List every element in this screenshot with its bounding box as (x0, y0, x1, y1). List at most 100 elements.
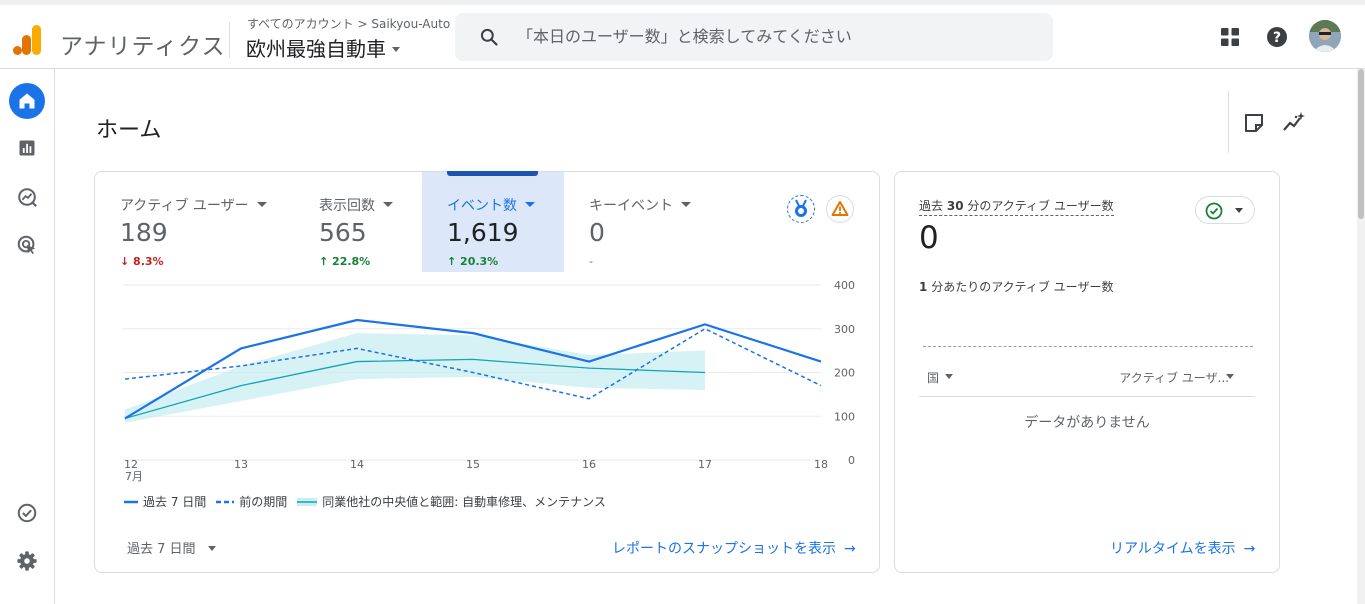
legend-item-benchmark[interactable]: 同業他社の中央値と範囲: 自動車修理、メンテナンス (297, 493, 606, 510)
nav-advertising[interactable] (9, 227, 45, 263)
svg-text:?: ? (1273, 30, 1281, 46)
y-tick-label: 200 (834, 367, 855, 380)
award-icon (795, 199, 807, 217)
realtime-subtitle: 1 分あたりのアクティブ ユーザー数 (919, 280, 1114, 294)
realtime-sparkline-baseline (923, 346, 1253, 347)
benchmark-range-band (125, 333, 705, 423)
x-tick-label: 17 (698, 458, 712, 471)
realtime-table-header: 国 アクティブ ユーザ... (919, 362, 1255, 397)
column-header-active-users[interactable]: アクティブ ユーザ... (1119, 369, 1229, 386)
chevron-down-icon (392, 47, 400, 52)
search-box[interactable] (455, 13, 1053, 61)
chevron-down-icon[interactable] (1226, 374, 1234, 379)
realtime-title[interactable]: 過去 30 分のアクティブ ユーザー数 (919, 197, 1114, 216)
header-divider (229, 22, 230, 58)
nav-home[interactable] (9, 83, 45, 119)
metric-value: 1,619 (447, 218, 519, 247)
column-header-country[interactable]: 国 (927, 369, 939, 386)
header-actions-divider (1228, 91, 1229, 153)
arrow-right-icon: → (1243, 541, 1256, 557)
x-tick-label: 18 (814, 458, 828, 471)
legend-item-previous[interactable]: 前の期間 (216, 493, 287, 510)
x-tick-sublabel: 7月 (125, 470, 143, 483)
metric-value: 189 (120, 218, 168, 247)
admin-gear-icon (17, 551, 37, 571)
legend-label: 過去 7 日間 (143, 495, 207, 509)
alert-badge[interactable] (826, 195, 854, 223)
x-tick-label: 14 (350, 458, 364, 471)
y-tick-label: 300 (834, 323, 855, 336)
legend-label: 前の期間 (239, 495, 288, 509)
notes-icon[interactable] (1242, 111, 1266, 135)
property-selector[interactable]: 欧州最強自動車 (246, 33, 400, 62)
metric-label: イベント数 (447, 195, 535, 215)
check-circle-icon (1205, 202, 1223, 220)
reports-icon (19, 140, 35, 156)
search-input[interactable] (517, 19, 1037, 53)
home-icon (19, 93, 35, 109)
apps-grid-icon[interactable] (1218, 25, 1242, 49)
metric-label: キーイベント (589, 195, 691, 215)
account-avatar[interactable] (1309, 20, 1341, 52)
realtime-value: 0 (919, 220, 939, 256)
y-tick-label: 400 (834, 279, 855, 292)
metric-tab-event-count[interactable]: イベント数 1,619 ↑ 20.3% (422, 171, 564, 272)
metric-tab-active-users[interactable]: アクティブ ユーザー 189 ↓ 8.3% (95, 172, 295, 272)
realtime-status-dropdown[interactable] (1195, 196, 1255, 224)
view-snapshot-link[interactable]: レポートのスナップショットを表示 → (612, 538, 856, 558)
nav-configure[interactable] (9, 495, 45, 531)
warning-icon (831, 201, 849, 216)
explore-icon (18, 188, 37, 207)
chevron-down-icon (256, 202, 267, 207)
left-nav (0, 69, 55, 604)
x-tick-label: 15 (466, 458, 480, 471)
insights-icon[interactable] (1282, 111, 1306, 135)
help-icon[interactable]: ? (1265, 25, 1289, 49)
x-tick-label: 13 (234, 458, 248, 471)
benchmark-badge[interactable] (787, 195, 815, 223)
advertising-icon (17, 235, 36, 255)
nav-explore[interactable] (9, 179, 45, 215)
legend-label: 同業他社の中央値と範囲: 自動車修理、メンテナンス (322, 495, 606, 509)
app-name: アナリティクス (60, 34, 226, 60)
metric-value: 0 (589, 218, 605, 247)
metric-label: 表示回数 (319, 195, 393, 215)
chevron-down-icon (525, 202, 535, 207)
breadcrumb[interactable]: すべてのアカウント > Saikyou-Auto (247, 15, 450, 32)
nav-admin[interactable] (9, 543, 45, 579)
top-bar: アナリティクス すべてのアカウント > Saikyou-Auto 欧州最強自動車… (0, 0, 1365, 69)
x-tick-label: 16 (582, 458, 596, 471)
legend-swatch-dashed (216, 500, 235, 503)
metric-value: 565 (319, 218, 367, 247)
active-tab-indicator (447, 171, 538, 176)
metric-tab-views[interactable]: 表示回数 565 ↑ 22.8% (294, 172, 422, 272)
scrollbar-thumb[interactable] (1358, 69, 1364, 219)
search-icon (480, 28, 498, 46)
nav-reports[interactable] (9, 130, 45, 166)
y-tick-label: 0 (848, 454, 855, 467)
metric-delta: ↑ 20.3% (447, 255, 499, 268)
realtime-card: 過去 30 分のアクティブ ユーザー数 0 1 分あたりのアクティブ ユーザー数… (894, 171, 1280, 573)
events-line-chart: 400300200100012 13 14 15 16 17 187月 (123, 279, 855, 483)
legend-item-current[interactable]: 過去 7 日間 (124, 493, 206, 510)
metric-tab-key-events[interactable]: キーイベント 0 - (564, 172, 714, 272)
metric-delta: ↑ 22.8% (319, 255, 371, 268)
chart-legend: 過去 7 日間 前の期間 同業他社の中央値と範囲: 自動車修理、メンテナンス (124, 493, 616, 510)
view-realtime-link[interactable]: リアルタイムを表示 → (1110, 538, 1255, 558)
page-scrollbar[interactable] (1357, 69, 1365, 604)
analytics-logo[interactable] (13, 23, 43, 57)
chevron-down-icon (681, 202, 691, 207)
configure-icon (17, 503, 37, 523)
date-range-selector[interactable]: 過去 7 日間 (127, 538, 216, 557)
main-content: ホーム アクティブ ユーザー 189 ↓ 8.3% 表示回数 565 ↑ 22.… (56, 69, 1365, 604)
empty-state-text: データがありません (1024, 415, 1150, 431)
metric-delta: - (589, 255, 593, 268)
overview-card: アクティブ ユーザー 189 ↓ 8.3% 表示回数 565 ↑ 22.8% イ… (94, 171, 880, 573)
y-tick-label: 100 (834, 410, 855, 423)
metric-label: アクティブ ユーザー (120, 195, 267, 215)
property-name: 欧州最強自動車 (246, 37, 386, 61)
metric-delta: ↓ 8.3% (120, 255, 164, 268)
legend-swatch-solid (124, 500, 138, 503)
chevron-down-icon[interactable] (945, 374, 953, 379)
chevron-down-icon (1235, 208, 1243, 213)
